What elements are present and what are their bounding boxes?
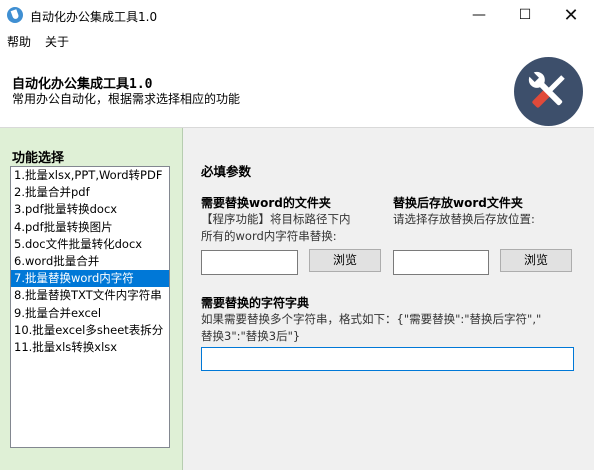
target-folder-input[interactable] <box>393 250 489 275</box>
replace-dict-hint-1: 如果需要替换多个字符串，格式如下：{"需要替换":"替换后字符"," <box>201 312 542 326</box>
header-subtitle: 常用办公自动化，根据需求选择相应的功能 <box>12 92 241 106</box>
function-item-4[interactable]: 4.pdf批量转换图片 <box>11 219 169 236</box>
tools-wrench-screwdriver-icon <box>514 57 583 126</box>
close-icon[interactable]: ✕ <box>548 0 594 31</box>
function-panel-title: 功能选择 <box>12 151 65 166</box>
function-item-11[interactable]: 11.批量xls转换xlsx <box>11 339 169 356</box>
function-item-7-selected[interactable]: 7.批量替换word内字符 <box>11 270 169 288</box>
function-item-9[interactable]: 9.批量合并excel <box>11 305 169 322</box>
function-list[interactable]: 1.批量xlsx,PPT,Word转PDF 2.批量合并pdf 3.pdf批量转… <box>10 166 170 448</box>
maximize-icon[interactable]: ☐ <box>502 0 548 31</box>
menu-bar <box>0 31 594 51</box>
required-params-title: 必填参数 <box>201 164 252 179</box>
source-folder-hint-2: 所有的word内字符串替换: <box>201 229 337 243</box>
menu-about[interactable]: 关于 <box>45 33 69 50</box>
menu-help[interactable]: 帮助 <box>7 33 31 50</box>
function-item-3[interactable]: 3.pdf批量转换docx <box>11 201 169 218</box>
function-item-5[interactable]: 5.doc文件批量转化docx <box>11 236 169 253</box>
function-item-1[interactable]: 1.批量xlsx,PPT,Word转PDF <box>11 167 169 184</box>
replace-dict-input[interactable] <box>201 347 574 371</box>
replace-dict-title: 需要替换的字符字典 <box>201 296 310 310</box>
target-folder-title: 替换后存放word文件夹 <box>393 196 523 210</box>
source-browse-button[interactable]: 浏览 <box>309 249 381 272</box>
app-logo-icon <box>7 7 23 23</box>
function-item-6[interactable]: 6.word批量合并 <box>11 253 169 270</box>
source-folder-input[interactable] <box>201 250 298 275</box>
source-folder-hint-1: 【程序功能】将目标路径下内 <box>201 212 351 226</box>
target-browse-button[interactable]: 浏览 <box>500 249 572 272</box>
minimize-icon[interactable]: — <box>456 0 502 31</box>
function-item-10[interactable]: 10.批量excel多sheet表拆分 <box>11 322 169 339</box>
function-item-8[interactable]: 8.批量替换TXT文件内字符串 <box>11 287 169 304</box>
target-folder-hint: 请选择存放替换后存放位置: <box>393 212 535 226</box>
window-title: 自动化办公集成工具1.0 <box>30 10 158 24</box>
replace-dict-hint-2: 替换3":"替换3后"} <box>201 329 301 343</box>
function-item-2[interactable]: 2.批量合并pdf <box>11 184 169 201</box>
source-folder-title: 需要替换word的文件夹 <box>201 196 331 210</box>
